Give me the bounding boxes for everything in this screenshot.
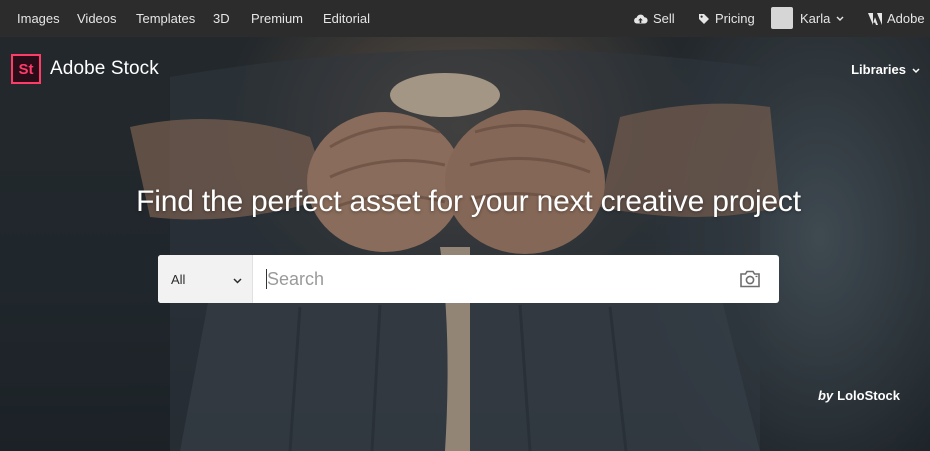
camera-icon[interactable]	[721, 255, 779, 303]
search-scope-select[interactable]: All	[158, 255, 253, 303]
search-scope-value: All	[171, 271, 186, 287]
nav-link-videos[interactable]: Videos	[77, 11, 117, 26]
credit-name: LoloStock	[837, 388, 900, 403]
sell-link[interactable]: Sell	[633, 11, 675, 26]
chevron-down-icon	[912, 62, 920, 77]
tag-icon	[698, 13, 710, 25]
credit-by: by	[817, 388, 834, 403]
adobe-link[interactable]: Adobe	[868, 11, 925, 26]
nav-link-3d[interactable]: 3D	[213, 11, 230, 26]
hero-overlay	[0, 37, 930, 451]
user-menu[interactable]: Karla	[800, 11, 844, 26]
nav-link-premium[interactable]: Premium	[251, 11, 303, 26]
libraries-label: Libraries	[851, 62, 906, 77]
nav-link-editorial[interactable]: Editorial	[323, 11, 370, 26]
chevron-down-icon	[836, 16, 844, 22]
nav-link-images[interactable]: Images	[17, 11, 60, 26]
sell-label: Sell	[653, 11, 675, 26]
photo-credit[interactable]: by LoloStock	[818, 388, 900, 403]
hero-headline: Find the perfect asset for your next cre…	[136, 185, 801, 218]
search-input[interactable]	[253, 255, 721, 303]
adobe-stock-logo[interactable]: St Adobe Stock	[11, 54, 159, 84]
nav-link-templates[interactable]: Templates	[136, 11, 195, 26]
libraries-menu[interactable]: Libraries	[851, 62, 920, 77]
avatar[interactable]	[771, 7, 793, 29]
brand-name: Adobe Stock	[50, 58, 159, 79]
search-bar: All	[158, 255, 779, 303]
text-cursor	[266, 269, 267, 289]
pricing-link[interactable]: Pricing	[698, 11, 755, 26]
logo-mark: St	[11, 54, 41, 84]
user-name: Karla	[800, 11, 831, 26]
chevron-down-icon	[233, 272, 242, 287]
adobe-label: Adobe	[887, 11, 925, 26]
hero-banner: St Adobe Stock Libraries Find the perfec…	[0, 37, 930, 451]
cloud-upload-icon	[633, 13, 648, 25]
pricing-label: Pricing	[715, 11, 755, 26]
top-navigation: Images Videos Templates 3D Premium Edito…	[0, 0, 930, 37]
adobe-logo-icon	[868, 12, 882, 25]
